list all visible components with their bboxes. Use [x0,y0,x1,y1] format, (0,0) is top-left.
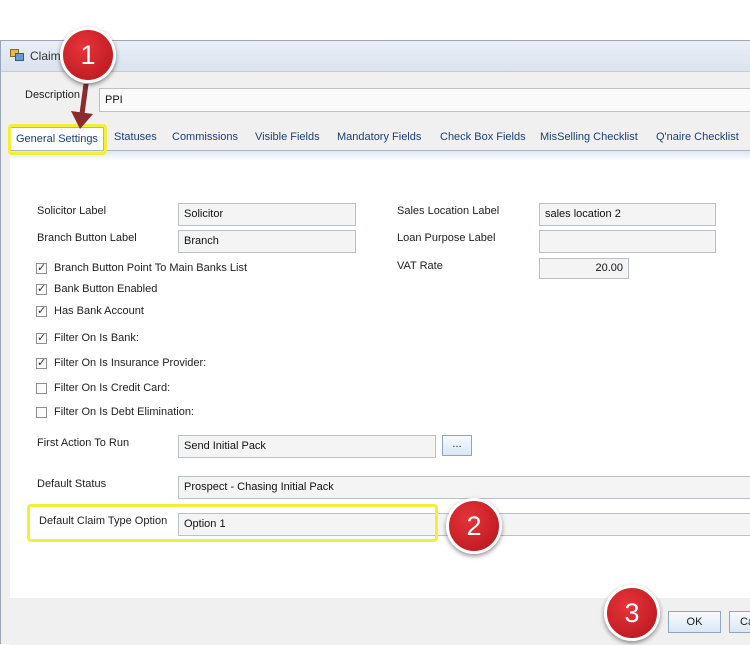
first-action-caption: First Action To Run [37,437,130,449]
ok-button[interactable]: OK [668,611,721,633]
checkmark-icon: ✓ [37,262,47,274]
browse-action-button[interactable]: ... [442,435,472,456]
checkbox-filter-is-credit-card[interactable] [36,383,47,394]
checkbox-filter-is-bank[interactable]: ✓ [36,332,47,344]
solicitor-label-caption: Solicitor Label [37,205,107,217]
step-badge-1: 1 [60,27,116,83]
checkbox-bank-button-enabled[interactable]: ✓ [36,283,47,295]
checkbox-label: Bank Button Enabled [54,283,158,295]
claim-window: Claim Description PPI General Settings S… [0,40,750,645]
tab-commissions[interactable]: Commissions [172,131,238,143]
tab-visible-fields[interactable]: Visible Fields [255,131,320,143]
highlight-default-claim-type [27,504,438,542]
checkbox-filter-is-insurance-provider[interactable]: ✓ [36,357,47,369]
checkmark-icon: ✓ [37,305,47,317]
default-status-select[interactable]: Prospect - Chasing Initial Pack [178,476,750,499]
step-badge-2: 2 [446,498,502,554]
tab-check-box-fields[interactable]: Check Box Fields [440,131,526,143]
checkmark-icon: ✓ [37,332,47,344]
panel-header-strip [10,151,750,161]
tab-qnaire-checklist[interactable]: Q'naire Checklist [656,131,739,143]
sales-location-label-input[interactable]: sales location 2 [539,203,716,226]
description-input[interactable]: PPI [99,88,750,112]
first-action-select[interactable]: Send Initial Pack [178,435,436,458]
tab-strip: General Settings Statuses Commissions Vi… [10,127,750,151]
checkbox-label: Filter On Is Insurance Provider: [54,357,207,369]
checkmark-icon: ✓ [37,357,47,369]
tab-mandatory-fields[interactable]: Mandatory Fields [337,131,421,143]
branch-button-label-caption: Branch Button Label [37,232,137,244]
cancel-button[interactable]: Ca [729,611,750,633]
checkbox-label: Branch Button Point To Main Banks List [54,262,248,274]
solicitor-label-input[interactable]: Solicitor [178,203,356,226]
app-window-icon [10,49,24,61]
vat-rate-input[interactable]: 20.00 [539,258,629,279]
checkbox-label: Filter On Is Debt Elimination: [54,406,194,418]
checkmark-icon: ✓ [37,283,47,295]
sales-location-label-caption: Sales Location Label [397,205,500,217]
loan-purpose-label-input[interactable] [539,230,716,253]
checkbox-filter-is-debt-elimination[interactable] [36,407,47,418]
checkbox-label: Filter On Is Bank: [54,332,139,344]
tab-statuses[interactable]: Statuses [114,131,157,143]
step-badge-3: 3 [604,585,660,641]
loan-purpose-label-caption: Loan Purpose Label [397,232,496,244]
checkbox-branch-button-point[interactable]: ✓ [36,262,47,274]
checkbox-has-bank-account[interactable]: ✓ [36,305,47,317]
vat-rate-caption: VAT Rate [397,260,443,272]
checkbox-label: Has Bank Account [54,305,144,317]
checkbox-label: Filter On Is Credit Card: [54,382,171,394]
arrow-pointer-icon [71,84,93,129]
default-status-caption: Default Status [37,478,107,490]
branch-button-label-input[interactable]: Branch [178,230,356,253]
tab-misselling-checklist[interactable]: MisSelling Checklist [540,131,638,143]
window-title: Claim [30,49,61,63]
